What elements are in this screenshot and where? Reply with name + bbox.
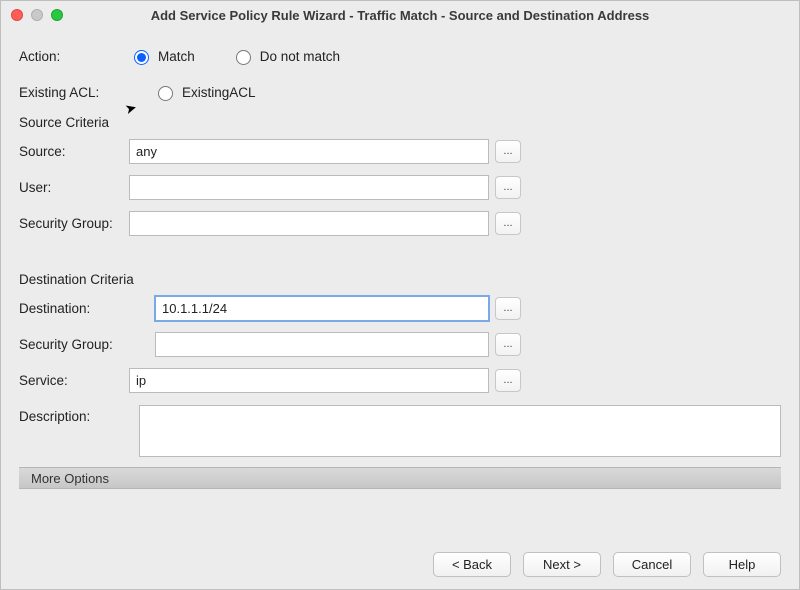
source-row: Source: ...: [19, 138, 781, 164]
destination-criteria-header: Destination Criteria: [19, 272, 781, 287]
wizard-window: Add Service Policy Rule Wizard - Traffic…: [0, 0, 800, 590]
content-area: Action: Match Do not match Existing ACL:…: [1, 29, 799, 489]
existing-acl-label: Existing ACL:: [19, 85, 129, 100]
radio-existing-acl-input[interactable]: [158, 86, 173, 101]
source-label: Source:: [19, 144, 129, 159]
more-options-label: More Options: [31, 471, 109, 486]
dst-secgroup-label: Security Group:: [19, 337, 129, 352]
src-secgroup-input[interactable]: [129, 211, 489, 236]
window-controls: [11, 9, 63, 21]
radio-existing-acl[interactable]: ExistingACL: [153, 83, 256, 101]
user-input[interactable]: [129, 175, 489, 200]
description-row: Description:: [19, 405, 781, 457]
titlebar: Add Service Policy Rule Wizard - Traffic…: [1, 1, 799, 29]
destination-label: Destination:: [19, 301, 129, 316]
service-input[interactable]: [129, 368, 489, 393]
radio-match[interactable]: Match: [129, 47, 195, 65]
source-browse-button[interactable]: ...: [495, 140, 521, 163]
user-label: User:: [19, 180, 129, 195]
radio-no-match-input[interactable]: [236, 50, 251, 65]
src-secgroup-row: Security Group: ...: [19, 210, 781, 236]
next-button[interactable]: Next >: [523, 552, 601, 577]
zoom-icon[interactable]: [51, 9, 63, 21]
description-input[interactable]: [139, 405, 781, 457]
service-row: Service: ...: [19, 367, 781, 393]
destination-input[interactable]: [155, 296, 489, 321]
user-browse-button[interactable]: ...: [495, 176, 521, 199]
window-title: Add Service Policy Rule Wizard - Traffic…: [9, 8, 791, 23]
description-label: Description:: [19, 405, 129, 424]
radio-match-input[interactable]: [134, 50, 149, 65]
destination-browse-button[interactable]: ...: [495, 297, 521, 320]
footer-buttons: < Back Next > Cancel Help: [433, 552, 781, 577]
src-secgroup-label: Security Group:: [19, 216, 129, 231]
user-row: User: ...: [19, 174, 781, 200]
dst-secgroup-row: Security Group: ...: [19, 331, 781, 357]
radio-match-label: Match: [158, 49, 195, 64]
close-icon[interactable]: [11, 9, 23, 21]
help-button[interactable]: Help: [703, 552, 781, 577]
radio-no-match[interactable]: Do not match: [231, 47, 340, 65]
src-secgroup-browse-button[interactable]: ...: [495, 212, 521, 235]
cancel-button[interactable]: Cancel: [613, 552, 691, 577]
radio-no-match-label: Do not match: [260, 49, 340, 64]
minimize-icon[interactable]: [31, 9, 43, 21]
destination-row: Destination: ...: [19, 295, 781, 321]
more-options-bar[interactable]: More Options: [19, 467, 781, 489]
dst-secgroup-browse-button[interactable]: ...: [495, 333, 521, 356]
source-input[interactable]: [129, 139, 489, 164]
back-button[interactable]: < Back: [433, 552, 511, 577]
service-label: Service:: [19, 373, 129, 388]
action-row: Action: Match Do not match: [19, 43, 781, 69]
action-label: Action:: [19, 49, 129, 64]
radio-existing-acl-label: ExistingACL: [182, 85, 256, 100]
service-browse-button[interactable]: ...: [495, 369, 521, 392]
source-criteria-header: Source Criteria: [19, 115, 781, 130]
dst-secgroup-input[interactable]: [155, 332, 489, 357]
